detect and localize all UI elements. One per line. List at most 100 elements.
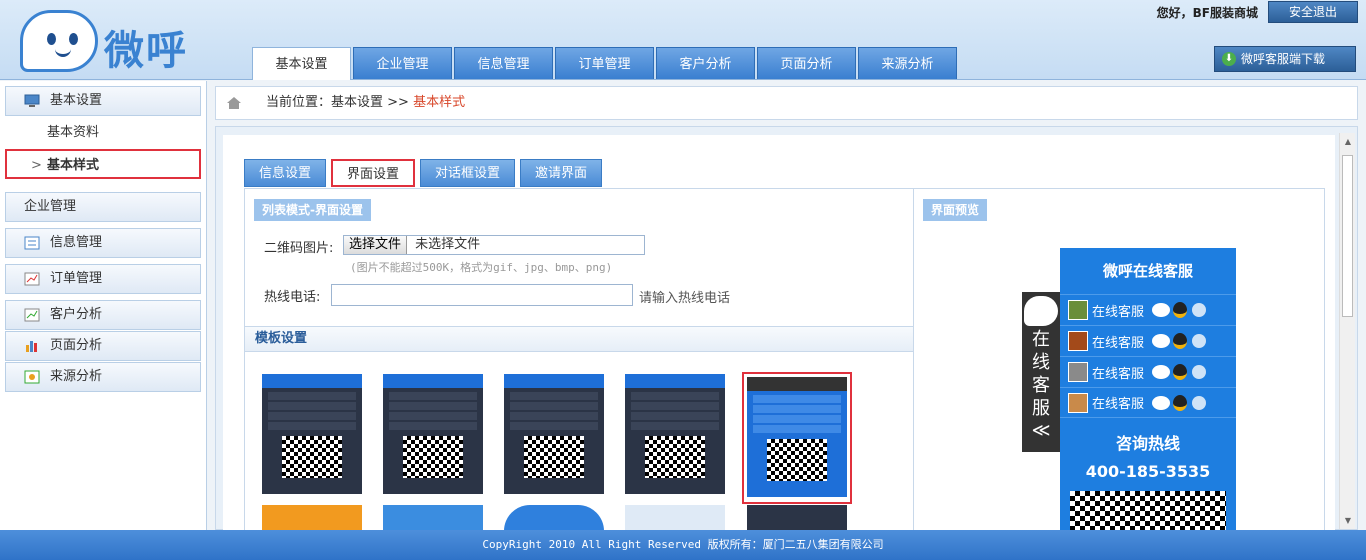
hotline-number: 400-185-3535 xyxy=(1085,462,1211,481)
clock-icon xyxy=(1192,303,1206,317)
nav-tab-basic-settings[interactable]: 基本设置 xyxy=(252,47,351,80)
template-option-6[interactable] xyxy=(262,505,362,531)
sidebar-group-customer-analysis[interactable]: 客户分析 xyxy=(5,300,201,330)
clock-icon xyxy=(1192,365,1206,379)
download-label: 微呼客服端下载 xyxy=(1241,52,1326,66)
side-text-3: 客 xyxy=(1032,375,1050,396)
sidebar-group-info[interactable]: 信息管理 xyxy=(5,228,201,258)
template-option-4[interactable] xyxy=(625,374,725,494)
list-icon xyxy=(24,236,40,250)
download-client-button[interactable]: ⬇ 微呼客服端下载 xyxy=(1214,46,1356,72)
nav-tab-orders[interactable]: 订单管理 xyxy=(555,47,654,79)
avatar xyxy=(1068,362,1088,382)
nav-tab-enterprise[interactable]: 企业管理 xyxy=(353,47,452,79)
logo-text: 微呼 xyxy=(104,28,188,74)
nav-tab-source-analysis[interactable]: 来源分析 xyxy=(858,47,957,79)
file-status: 未选择文件 xyxy=(415,237,481,252)
chat-bubble-icon xyxy=(1152,365,1170,379)
settings-subtabs: 信息设置 界面设置 对话框设置 邀请界面 xyxy=(244,159,607,187)
tab-dialog-settings[interactable]: 对话框设置 xyxy=(420,159,516,187)
qr-file-input[interactable]: 选择文件 未选择文件 xyxy=(343,235,645,255)
breadcrumb: 当前位置：基本设置 >> 基本样式 xyxy=(215,86,1358,120)
footer: CopyRight 2010 All Right Reserved 版权所有：厦… xyxy=(0,530,1366,560)
agent-row: 在线客服 xyxy=(1060,325,1236,356)
scroll-down-icon[interactable]: ▼ xyxy=(1343,516,1353,525)
chat-bubble-icon xyxy=(1152,303,1170,317)
header: 微呼 您好，BF服装商城 安全退出 基本设置 企业管理 信息管理 订单管理 客户… xyxy=(0,0,1366,80)
sidebar-group-source-analysis[interactable]: 来源分析 xyxy=(5,362,201,392)
qq-icon xyxy=(1173,364,1187,380)
sidebar-item-label: 基本样式 xyxy=(47,158,100,173)
choose-file-button[interactable]: 选择文件 xyxy=(344,236,408,254)
nav-tab-info[interactable]: 信息管理 xyxy=(454,47,553,79)
hotline-title: 咨询热线 xyxy=(1115,434,1180,453)
sidebar-item-basic-info[interactable]: 基本资料 xyxy=(5,118,201,148)
tab-info-settings[interactable]: 信息设置 xyxy=(244,159,327,187)
sidebar-group-label: 客户分析 xyxy=(50,307,103,322)
download-icon: ⬇ xyxy=(1222,52,1236,66)
breadcrumb-path: 当前位置：基本设置 >> 基本样式 xyxy=(266,87,465,119)
source-icon xyxy=(24,370,40,384)
selected-template-highlight xyxy=(742,372,852,504)
template-section-title: 模板设置 xyxy=(245,326,913,352)
agent-row: 在线客服 xyxy=(1060,356,1236,387)
user-greeting: 您好，BF服装商城 xyxy=(1156,6,1258,20)
template-option-1[interactable] xyxy=(262,374,362,494)
template-option-2[interactable] xyxy=(383,374,483,494)
nav-tab-page-analysis[interactable]: 页面分析 xyxy=(757,47,856,79)
vertical-scrollbar[interactable]: ▲ ▼ xyxy=(1339,133,1355,529)
preview-widget: 微呼在线客服 在线客服 在线客服 在线客服 在线客服 咨询热线 400-185-… xyxy=(1060,248,1236,538)
agent-name: 在线客服 xyxy=(1092,397,1145,412)
monitor-icon xyxy=(24,94,40,107)
template-option-7[interactable] xyxy=(383,505,483,531)
hotline-placeholder: 请输入热线电话 xyxy=(639,291,731,306)
sidebar-item-basic-style[interactable]: > 基本样式 xyxy=(5,149,201,179)
chat-bubble-icon xyxy=(1152,334,1170,348)
template-option-10[interactable] xyxy=(747,505,847,531)
main-nav: 基本设置 企业管理 信息管理 订单管理 客户分析 页面分析 来源分析 xyxy=(252,47,959,80)
sidebar: 基本设置 基本资料 > 基本样式 企业管理 信息管理 订单管理 客户分析 页面分… xyxy=(0,81,207,530)
file-hint: (图片不能超过500K，格式为gif、jpg、bmp、png) xyxy=(350,261,613,274)
sidebar-group-orders[interactable]: 订单管理 xyxy=(5,264,201,294)
logout-button[interactable]: 安全退出 xyxy=(1268,1,1358,23)
ui-settings-form: 列表模式-界面设置 二维码图片: 选择文件 未选择文件 (图片不能超过500K，… xyxy=(244,188,914,531)
scroll-up-icon[interactable]: ▲ xyxy=(1343,137,1353,146)
qr-code xyxy=(1070,491,1226,535)
tab-ui-settings[interactable]: 界面设置 xyxy=(331,159,416,187)
chart-icon xyxy=(24,272,40,286)
home-icon[interactable] xyxy=(226,95,242,111)
template-option-3[interactable] xyxy=(504,374,604,494)
widget-title: 微呼在线客服 xyxy=(1102,262,1193,280)
sidebar-group-label: 订单管理 xyxy=(50,271,103,286)
scrollbar-thumb[interactable] xyxy=(1342,155,1353,317)
template-option-9[interactable] xyxy=(625,505,725,531)
chart-icon xyxy=(24,308,40,322)
sidebar-group-label: 来源分析 xyxy=(50,369,103,384)
settings-panel: 信息设置 界面设置 对话框设置 邀请界面 列表模式-界面设置 二维码图片: 选择… xyxy=(223,135,1335,538)
nav-tab-customer-analysis[interactable]: 客户分析 xyxy=(656,47,755,79)
chat-bubble-icon xyxy=(1152,395,1170,410)
qq-icon xyxy=(1173,333,1187,349)
agent-name: 在线客服 xyxy=(1092,335,1145,351)
avatar xyxy=(1068,392,1088,413)
chat-face-icon xyxy=(1024,296,1058,326)
sidebar-group-page-analysis[interactable]: 页面分析 xyxy=(5,331,201,361)
sidebar-group-enterprise[interactable]: 企业管理 xyxy=(5,192,201,222)
qq-icon xyxy=(1173,302,1187,318)
clock-icon xyxy=(1192,334,1206,348)
qq-icon xyxy=(1173,394,1187,411)
avatar xyxy=(1068,300,1088,320)
preview-panel: 界面预览 在 线 客 服 ≪ 微呼在线客服 在线客服 在线客服 在线客服 在线客… xyxy=(913,188,1325,538)
tab-invite-page[interactable]: 邀请界面 xyxy=(520,159,603,187)
breadcrumb-prefix: 当前位置：基本设置 >> xyxy=(266,95,409,110)
chevron-right-icon: > xyxy=(31,158,42,173)
sidebar-group-basic-settings[interactable]: 基本设置 xyxy=(5,86,201,116)
sidebar-group-label: 基本设置 xyxy=(50,93,103,108)
agent-name: 在线客服 xyxy=(1092,304,1145,320)
sidebar-group-label: 企业管理 xyxy=(24,199,77,214)
template-option-8[interactable] xyxy=(504,505,604,531)
agent-name: 在线客服 xyxy=(1092,366,1145,382)
bar-chart-icon xyxy=(26,341,37,352)
hotline-input[interactable] xyxy=(331,284,633,306)
preview-side-tab: 在 线 客 服 ≪ xyxy=(1022,292,1060,452)
